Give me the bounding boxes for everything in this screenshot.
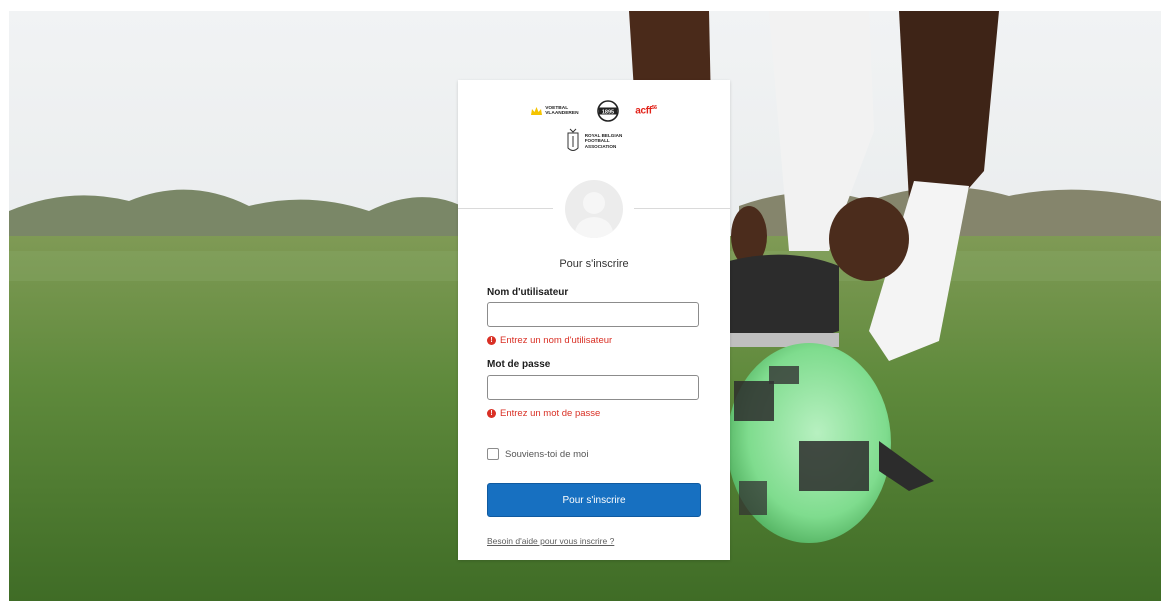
login-card: VOETBAL VLAANDEREN 1895 acff56 ROYAL BEL… (458, 80, 730, 560)
username-error: ! Entrez un nom d'utilisateur (487, 335, 612, 346)
exclamation-circle-icon: ! (487, 336, 496, 345)
acff-text: acff (635, 105, 652, 117)
crest-1895-logo: 1895 (597, 100, 620, 122)
password-label: Mot de passe (487, 359, 551, 370)
partner-logos: VOETBAL VLAANDEREN 1895 acff56 ROYAL BEL… (458, 98, 730, 158)
divider-right (634, 208, 730, 209)
username-error-text: Entrez un nom d'utilisateur (500, 335, 613, 346)
voetbal-vlaanderen-text: VOETBAL VLAANDEREN (545, 106, 579, 116)
user-silhouette-icon (565, 180, 623, 238)
rbfa-line3: ASSOCIATION (584, 143, 617, 149)
help-link[interactable]: Besoin d'aide pour vous inscrire ? (487, 536, 614, 546)
password-error-text: Entrez un mot de passe (500, 408, 601, 419)
crown-icon (531, 106, 543, 115)
password-error: ! Entrez un mot de passe (487, 408, 600, 419)
remember-me[interactable]: Souviens-toi de moi (487, 448, 588, 460)
acff-sup-text: 56 (651, 105, 657, 112)
rbfa-crest-icon (567, 128, 579, 151)
divider-left (458, 208, 553, 209)
checkbox-icon[interactable] (487, 448, 499, 460)
exclamation-circle-icon: ! (487, 409, 496, 418)
crest-year-text: 1895 (602, 109, 614, 115)
remember-me-label: Souviens-toi de moi (505, 448, 589, 460)
page-title: Pour s'inscrire (559, 258, 629, 270)
username-input[interactable] (487, 302, 699, 327)
password-input[interactable] (487, 375, 699, 400)
voetbal-vlaanderen-logo: VOETBAL VLAANDEREN (531, 106, 581, 116)
rbfa-logo: ROYAL BELGIAN FOOTBALL ASSOCIATION (458, 128, 730, 154)
username-label: Nom d'utilisateur (487, 287, 569, 298)
acff-logo: acff56 (635, 105, 657, 116)
submit-button[interactable]: Pour s'inscrire (487, 483, 701, 517)
